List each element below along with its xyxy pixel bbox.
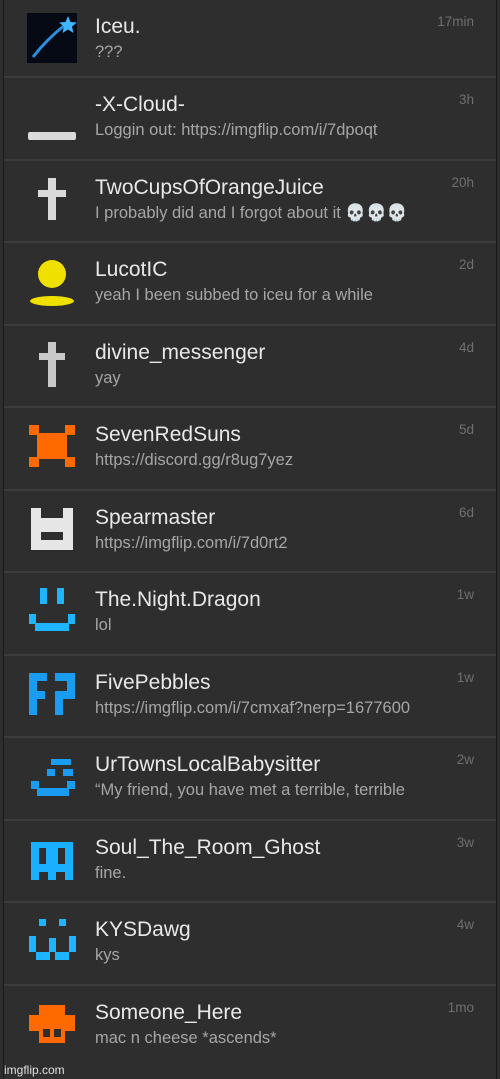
conversation-preview: mac n cheese *ascends* [95,1028,277,1047]
conversation-preview: https://imgflip.com/i/7d0rt2 [95,533,288,552]
conversation-row[interactable]: TwoCupsOfOrangeJuice I probably did and … [4,161,496,243]
conversation-name: LucotIC [95,258,168,281]
conversation-name: TwoCupsOfOrangeJuice [95,175,324,199]
conversation-row[interactable]: Soul_The_Room_Ghost fine. 3w [4,821,496,903]
conversation-preview: https://discord.gg/r8ug7yez [95,451,294,469]
conversation-name: SevenRedSuns [95,423,241,446]
conversation-name: KYSDawg [95,918,191,941]
conversation-name: Someone_Here [95,1000,243,1024]
cyan-w-face-icon [27,916,77,966]
blue-pixel-face-icon [27,669,77,719]
conversation-time: 4w [456,917,474,932]
conversation-name: UrTownsLocalBabysitter [95,753,321,776]
conversation-row[interactable]: FivePebbles https://imgflip.com/i/7cmxaf… [4,656,496,738]
conversation-name: The.Night.Dragon [95,588,261,611]
yellow-person-icon [27,256,77,306]
shooting-star-icon [27,13,77,63]
conversation-row[interactable]: SevenRedSuns https://discord.gg/r8ug7yez… [4,408,496,491]
blue-ghost-face-icon [27,834,77,884]
conversation-name: FivePebbles [95,670,211,694]
orange-pixel-face-icon [27,421,77,471]
conversation-preview: lol [95,616,112,634]
conversation-time: 1w [456,669,474,685]
orange-pixel-face-icon [27,999,77,1049]
conversation-time: 17min [437,14,474,29]
conversation-preview: ??? [95,43,123,61]
conversation-preview: yay [95,368,121,387]
conversation-time: 20h [451,174,474,190]
conversation-time: 5d [458,422,474,437]
conversation-preview: I probably did and I forgot about it 💀💀💀 [95,203,408,222]
conversation-row[interactable]: LucotIC yeah I been subbed to iceu for a… [4,243,496,326]
conversation-row[interactable]: UrTownsLocalBabysitter “My friend, you h… [4,738,496,821]
conversation-time: 1mo [447,999,474,1015]
gray-cross-icon [27,339,77,389]
conversation-time: 2w [456,752,474,767]
conversation-name: Soul_The_Room_Ghost [95,835,321,859]
white-bar-icon [27,91,77,141]
conversation-preview: “My friend, you have met a terrible, ter… [95,781,405,799]
conversation-name: divine_messenger [95,340,266,364]
conversation-row[interactable]: Iceu. ??? 17min [4,0,496,78]
white-pixel-face-icon [27,504,77,554]
conversation-time: 3w [456,834,474,850]
imgflip-watermark: imgflip.com [4,1063,65,1077]
conversation-row[interactable]: Someone_Here mac n cheese *ascends* 1mo [4,986,496,1069]
conversation-row[interactable]: -X-Cloud- Loggin out: https://imgflip.co… [4,78,496,161]
conversation-preview: yeah I been subbed to iceu for a while [95,286,373,304]
conversation-preview: https://imgflip.com/i/7cmxaf?nerp=167760… [95,698,411,717]
conversation-name: -X-Cloud- [95,93,185,116]
conversation-time: 1w [456,587,474,602]
conversation-list: Iceu. ??? 17min -X-Cloud- Loggin out: ht… [3,0,497,1079]
conversation-row[interactable]: Spearmaster https://imgflip.com/i/7d0rt2… [4,491,496,573]
cyan-smile-face-icon [27,586,77,636]
conversation-time: 3h [458,92,474,107]
blue-smirk-face-icon [27,751,77,801]
white-cross-icon [27,174,77,224]
conversation-preview: kys [95,946,120,964]
conversation-time: 6d [458,504,474,520]
conversation-preview: fine. [95,863,127,882]
conversation-name: Iceu. [95,15,141,38]
conversation-name: Spearmaster [95,505,216,529]
conversation-row[interactable]: KYSDawg kys 4w [4,903,496,986]
conversation-preview: Loggin out: https://imgflip.com/i/7dpoqt [95,121,378,139]
conversation-row[interactable]: divine_messenger yay 4d [4,326,496,408]
conversation-time: 4d [458,339,474,355]
conversation-row[interactable]: The.Night.Dragon lol 1w [4,573,496,656]
conversation-time: 2d [458,257,474,272]
